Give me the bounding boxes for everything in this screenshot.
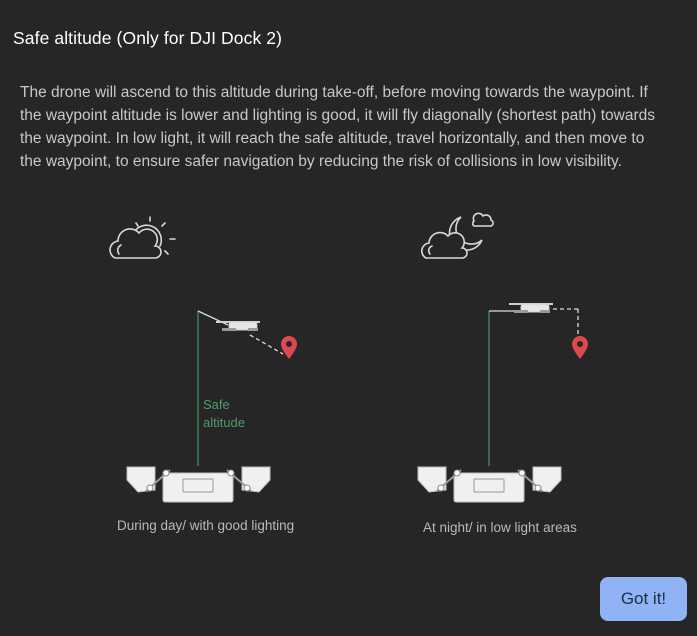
waypoint-marker-icon [572,336,588,359]
got-it-button[interactable]: Got it! [600,577,687,621]
cloudy-sun-icon [109,216,176,259]
caption-night: At night/ in low light areas [423,520,577,535]
safe-altitude-label: Safe altitude [203,396,245,432]
night-moon-cloud-icon [421,212,494,259]
waypoint-marker-icon [281,336,297,359]
safe-altitude-dialog: Safe altitude (Only for DJI Dock 2) The … [0,0,697,636]
dock-icon [417,466,562,503]
safe-altitude-label-line1: Safe [203,397,230,412]
dock-icon [126,466,271,503]
drone-icon [509,303,553,313]
dialog-description: The drone will ascend to this altitude d… [20,84,655,170]
drone-icon [216,321,260,331]
safe-altitude-illustration [109,212,588,503]
caption-day: During day/ with good lighting [117,518,295,533]
dialog-title: Safe altitude (Only for DJI Dock 2) [13,28,283,48]
safe-altitude-label-line2: altitude [203,415,245,430]
